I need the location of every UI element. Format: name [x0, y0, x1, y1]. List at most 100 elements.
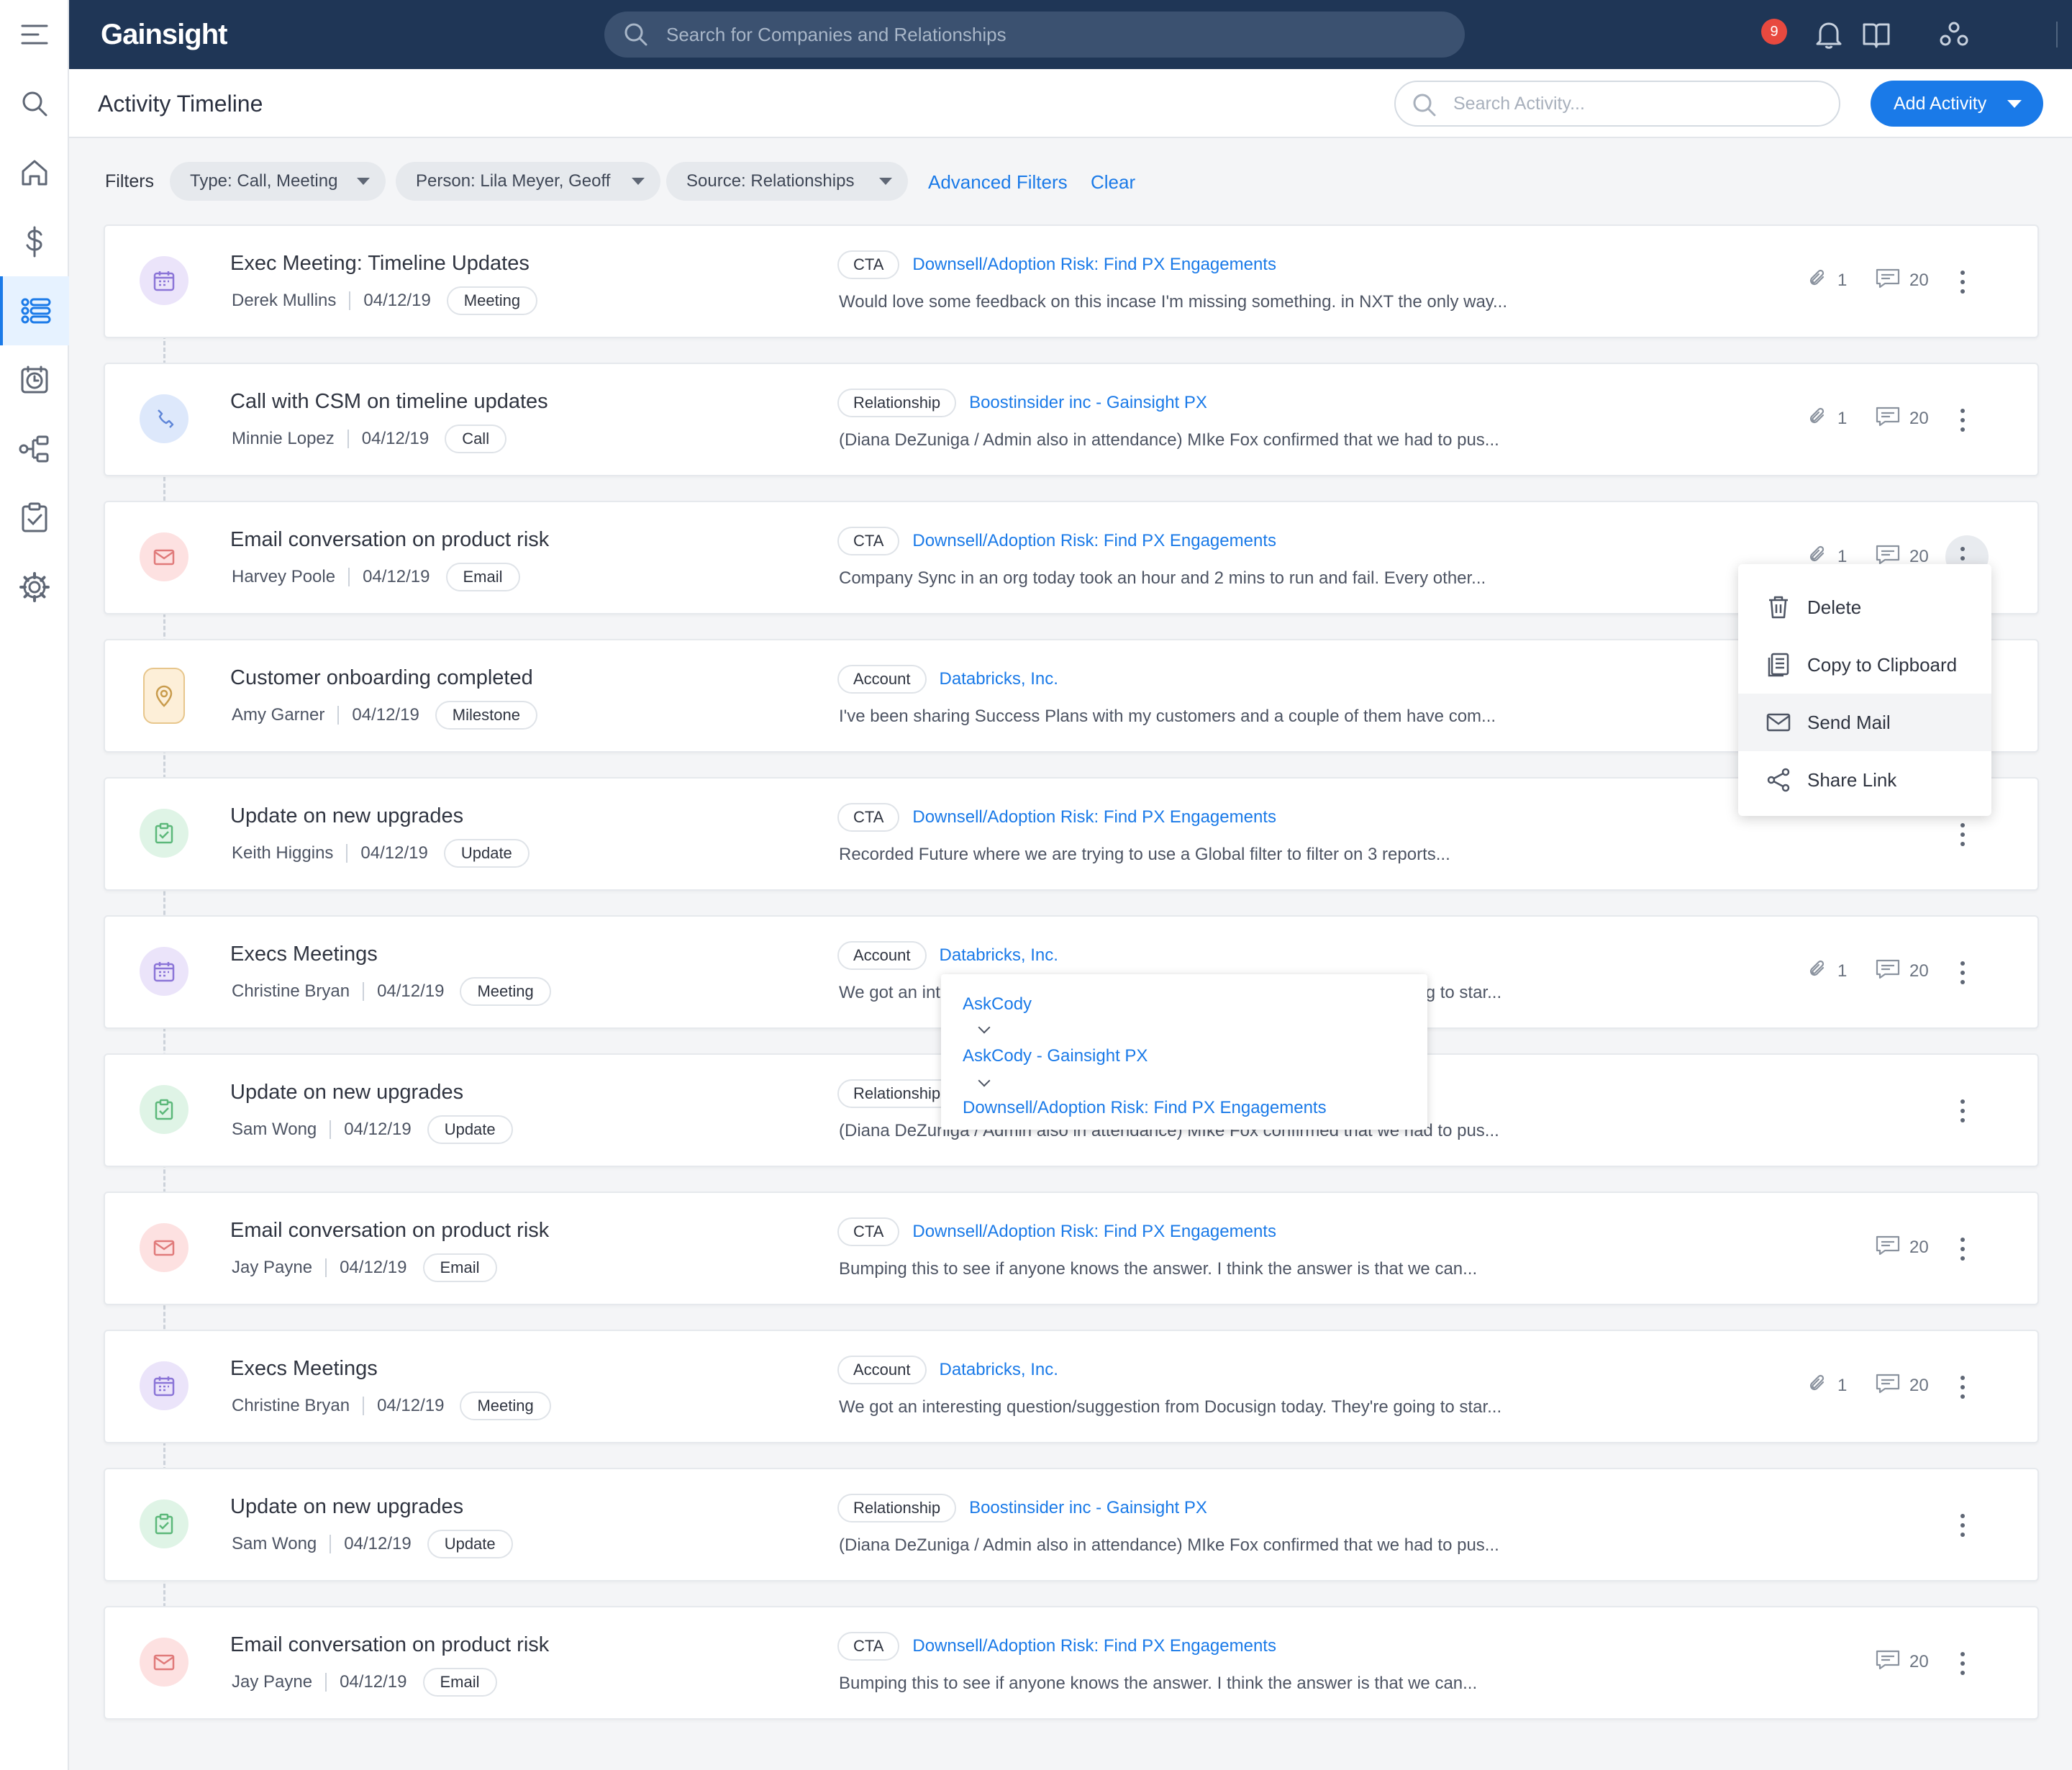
more-options-icon[interactable] — [1955, 956, 1970, 990]
activity-card[interactable]: Update on new upgrades Sam Wong 04/12/19 Up… — [104, 1468, 2039, 1581]
comments-count[interactable]: 20 — [1875, 957, 1929, 986]
activity-title[interactable]: Call with CSM on timeline updates — [230, 390, 548, 414]
meta-divider — [349, 291, 351, 310]
hierarchy-icon[interactable] — [0, 414, 69, 484]
activity-card[interactable]: Email conversation on product risk Jay Pa… — [104, 1192, 2039, 1305]
context-link[interactable]: Downsell/Adoption Risk: Find PX Engageme… — [912, 255, 1276, 275]
context-link[interactable]: Databricks, Inc. — [940, 669, 1058, 689]
context-type-tag: CTA — [837, 527, 900, 555]
more-options-icon[interactable] — [1955, 1370, 1970, 1404]
advanced-filters-link[interactable]: Advanced Filters — [928, 171, 1068, 194]
activity-title[interactable]: Update on new upgrades — [230, 1495, 463, 1519]
activity-title[interactable]: Update on new upgrades — [230, 804, 463, 828]
context-link[interactable]: Boostinsider inc - Gainsight PX — [969, 1498, 1207, 1518]
attachments-count[interactable]: 1 — [1807, 1371, 1847, 1400]
comment-icon — [1875, 268, 1909, 294]
more-options-icon[interactable] — [1955, 1232, 1970, 1266]
page-title: Activity Timeline — [98, 91, 263, 117]
meta-divider — [348, 568, 350, 586]
activity-card[interactable]: Exec Meeting: Timeline Updates Derek Mull… — [104, 224, 2039, 338]
activity-title[interactable]: Exec Meeting: Timeline Updates — [230, 252, 530, 276]
caret-down-icon — [357, 178, 370, 185]
context-link[interactable]: Downsell/Adoption Risk: Find PX Engageme… — [912, 1636, 1276, 1656]
book-icon[interactable] — [1858, 16, 1895, 53]
activity-meta: Sam Wong 04/12/19 Update — [232, 1115, 513, 1144]
comment-icon — [1875, 1373, 1909, 1399]
gear-icon[interactable] — [0, 553, 69, 622]
attachments-count[interactable]: 1 — [1807, 266, 1847, 295]
meta-divider — [325, 1258, 327, 1277]
context-link[interactable]: Downsell/Adoption Risk: Find PX Engageme… — [912, 531, 1276, 551]
person-filter-chip[interactable]: Person: Lila Meyer, Geoff — [396, 162, 660, 201]
more-options-icon[interactable] — [1955, 403, 1970, 437]
activity-type-badge: Call — [445, 425, 507, 453]
type-filter-chip[interactable]: Type: Call, Meeting — [170, 162, 386, 201]
add-activity-button[interactable]: Add Activity — [1871, 81, 2043, 127]
more-options-icon[interactable] — [1955, 1508, 1970, 1543]
activity-context: Relationship Boostinsider inc - Gainsight… — [837, 1492, 1207, 1524]
activity-title[interactable]: Email conversation on product risk — [230, 1219, 549, 1243]
activity-title[interactable]: Email conversation on product risk — [230, 1633, 549, 1657]
hierarchy-item[interactable]: AskCody - Gainsight PX — [963, 1046, 1148, 1066]
meta-divider — [363, 1397, 365, 1415]
activity-card[interactable]: Execs Meetings Christine Bryan 04/12/19 Mee… — [104, 1330, 2039, 1443]
activity-type-badge: Milestone — [435, 701, 537, 730]
bell-icon[interactable] — [1810, 16, 1848, 53]
hierarchy-item[interactable]: Downsell/Adoption Risk: Find PX Engageme… — [963, 1098, 1327, 1118]
activity-search-input[interactable]: Search Activity... — [1394, 81, 1840, 127]
share-link-menu-item[interactable]: Share Link — [1738, 751, 1991, 809]
context-link[interactable]: Databricks, Inc. — [940, 1360, 1058, 1380]
more-options-icon[interactable] — [1955, 1094, 1970, 1128]
comments-count[interactable]: 20 — [1875, 1371, 1929, 1400]
clear-filters-link[interactable]: Clear — [1091, 171, 1135, 194]
hamburger-menu-icon[interactable] — [0, 0, 69, 69]
activity-date: 04/12/19 — [377, 1396, 445, 1415]
activity-card[interactable]: Call with CSM on timeline updates Minnie … — [104, 363, 2039, 476]
chevron-down-icon — [978, 1021, 991, 1034]
activity-meta: Derek Mullins 04/12/19 Meeting — [232, 286, 538, 315]
context-link[interactable]: Downsell/Adoption Risk: Find PX Engageme… — [912, 807, 1276, 827]
context-link[interactable]: Databricks, Inc. — [940, 945, 1058, 966]
comments-count[interactable]: 20 — [1875, 1233, 1929, 1262]
comments-count[interactable]: 20 — [1875, 404, 1929, 433]
more-options-icon[interactable] — [1955, 817, 1970, 852]
comments-count[interactable]: 20 — [1875, 1648, 1929, 1676]
filters-label: Filters — [105, 171, 155, 191]
more-options-icon[interactable] — [1955, 265, 1970, 299]
community-icon[interactable] — [1935, 16, 1973, 53]
activity-title[interactable]: Update on new upgrades — [230, 1081, 463, 1104]
copy-to-clipboard-menu-item[interactable]: Copy to Clipboard — [1738, 636, 1991, 694]
activity-context: Account Databricks, Inc. — [837, 940, 1058, 971]
hierarchy-item[interactable]: AskCody — [963, 994, 1032, 1015]
activity-title[interactable]: Customer onboarding completed — [230, 666, 533, 690]
source-filter-chip[interactable]: Source: Relationships — [666, 162, 908, 201]
attachments-count[interactable]: 1 — [1807, 404, 1847, 433]
comments-count[interactable]: 20 — [1875, 266, 1929, 295]
checklist-icon[interactable] — [0, 484, 69, 553]
global-search-input[interactable]: Search for Companies and Relationships — [604, 12, 1465, 58]
more-options-icon[interactable] — [1955, 1646, 1970, 1681]
search-icon[interactable] — [0, 69, 69, 138]
activity-date: 04/12/19 — [363, 567, 430, 586]
call-type-icon — [140, 394, 188, 443]
activity-meta: Christine Bryan 04/12/19 Meeting — [232, 977, 551, 1006]
home-icon[interactable] — [0, 138, 69, 207]
gainsight-logo[interactable]: Gainsight — [101, 14, 227, 55]
send-mail-menu-item[interactable]: Send Mail — [1738, 694, 1991, 751]
activity-title[interactable]: Execs Meetings — [230, 1357, 378, 1381]
dollar-icon[interactable] — [0, 207, 69, 276]
mail-icon — [1766, 709, 1791, 740]
caret-down-icon — [632, 178, 645, 185]
attachments-count[interactable]: 1 — [1807, 957, 1847, 986]
activity-title[interactable]: Email conversation on product risk — [230, 528, 549, 552]
delete-menu-item[interactable]: Delete — [1738, 578, 1991, 636]
timeline-icon[interactable] — [0, 276, 69, 345]
update-type-icon — [140, 1499, 188, 1548]
activity-type-badge: Update — [443, 839, 530, 868]
activity-title[interactable]: Execs Meetings — [230, 943, 378, 966]
context-link[interactable]: Boostinsider inc - Gainsight PX — [969, 393, 1207, 413]
activity-card[interactable]: Email conversation on product risk Jay Pa… — [104, 1606, 2039, 1720]
clock-icon[interactable] — [0, 345, 69, 414]
context-link[interactable]: Downsell/Adoption Risk: Find PX Engageme… — [912, 1222, 1276, 1242]
email-type-icon — [140, 532, 188, 581]
